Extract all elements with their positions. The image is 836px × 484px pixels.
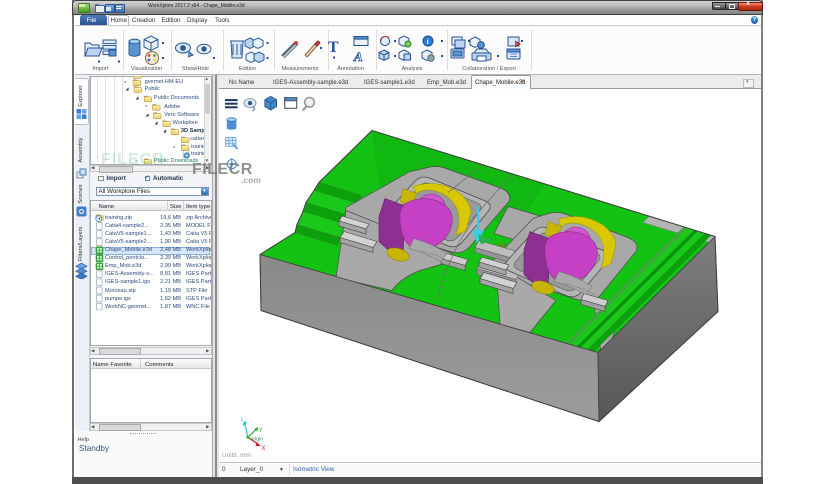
svg-text:A: A [353,49,363,64]
svg-text:i: i [427,37,429,46]
svg-text:T: T [328,39,339,56]
svg-text:CS: CS [500,242,506,247]
